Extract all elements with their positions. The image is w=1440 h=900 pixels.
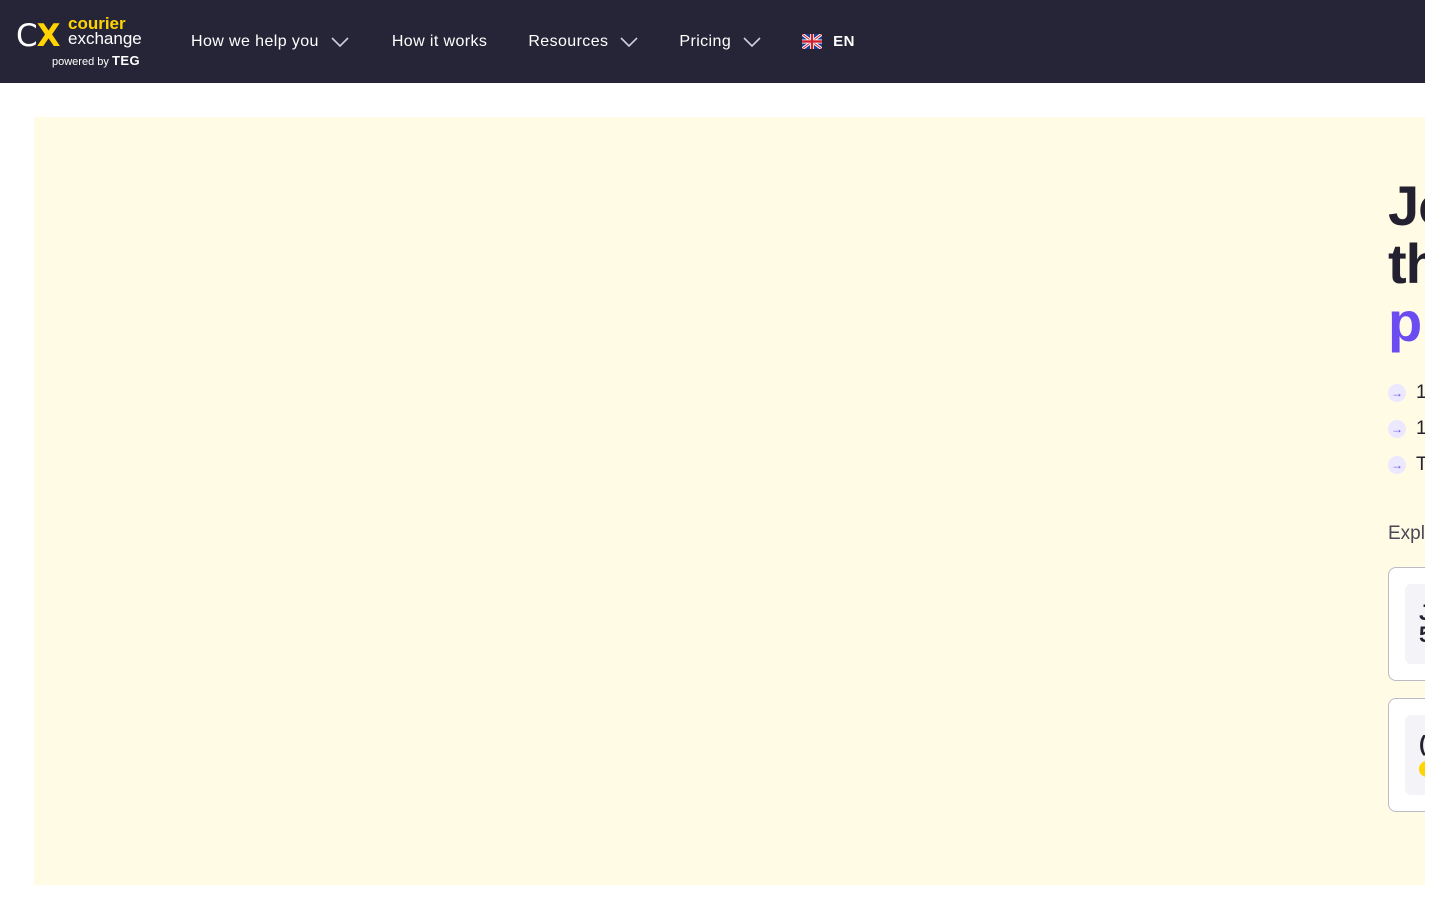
list-item: → T xyxy=(1388,447,1425,483)
arrow-right-icon: → xyxy=(1388,456,1406,474)
logo-line2: exchange xyxy=(68,29,142,48)
yellow-dot-icon xyxy=(1419,761,1425,777)
main-menu: How we help you How it works Resources P… xyxy=(191,0,855,83)
option-card[interactable]: ( xyxy=(1388,698,1425,812)
uk-flag-icon xyxy=(802,34,823,49)
list-item: → 1 xyxy=(1388,375,1425,411)
headline-line-2: th xyxy=(1388,232,1425,295)
top-navigation-bar: CX courier exchange powered by TEG How w… xyxy=(0,0,1425,83)
option-card-title: ( xyxy=(1419,733,1425,755)
hero-content: Jo th pl → 1 → 1 → T Expl J 5 xyxy=(1388,177,1425,812)
nav-label: How it works xyxy=(391,32,488,50)
chevron-down-icon xyxy=(331,36,349,47)
language-code: EN xyxy=(833,33,855,50)
arrow-right-icon: → xyxy=(1388,420,1406,438)
logo-mark: CX xyxy=(16,18,61,54)
nav-resources[interactable]: Resources xyxy=(528,0,638,83)
nav-pricing[interactable]: Pricing xyxy=(679,0,761,83)
option-card[interactable]: J 5 xyxy=(1388,567,1425,681)
nav-label: Resources xyxy=(528,32,609,50)
hero-section: Jo th pl → 1 → 1 → T Expl J 5 xyxy=(34,117,1425,885)
list-item: → 1 xyxy=(1388,411,1425,447)
nav-label: Pricing xyxy=(679,32,732,50)
logo-powered-by: powered by TEG xyxy=(52,53,141,68)
nav-label: How we help you xyxy=(191,32,319,50)
courier-exchange-logo[interactable]: CX courier exchange powered by TEG xyxy=(16,14,146,68)
bullet-text: 1 xyxy=(1416,418,1425,439)
option-card-title: J 5 xyxy=(1419,602,1425,646)
chevron-down-icon xyxy=(743,36,761,47)
nav-how-we-help-you[interactable]: How we help you xyxy=(191,0,349,83)
chevron-down-icon xyxy=(620,36,638,47)
hero-headline: Jo th pl xyxy=(1388,177,1425,351)
arrow-right-icon: → xyxy=(1388,384,1406,402)
headline-line-3-accent: pl xyxy=(1388,290,1425,353)
bullet-text: 1 xyxy=(1416,382,1425,403)
option-card-thumbnail: J 5 xyxy=(1405,584,1425,664)
explore-label: Expl xyxy=(1388,523,1425,544)
nav-how-it-works[interactable]: How it works xyxy=(392,0,487,83)
bullet-text: T xyxy=(1416,454,1425,475)
hero-bullet-list: → 1 → 1 → T xyxy=(1388,375,1425,483)
option-card-thumbnail: ( xyxy=(1405,715,1425,795)
language-selector[interactable]: EN xyxy=(802,33,855,50)
headline-line-1: Jo xyxy=(1388,174,1425,237)
